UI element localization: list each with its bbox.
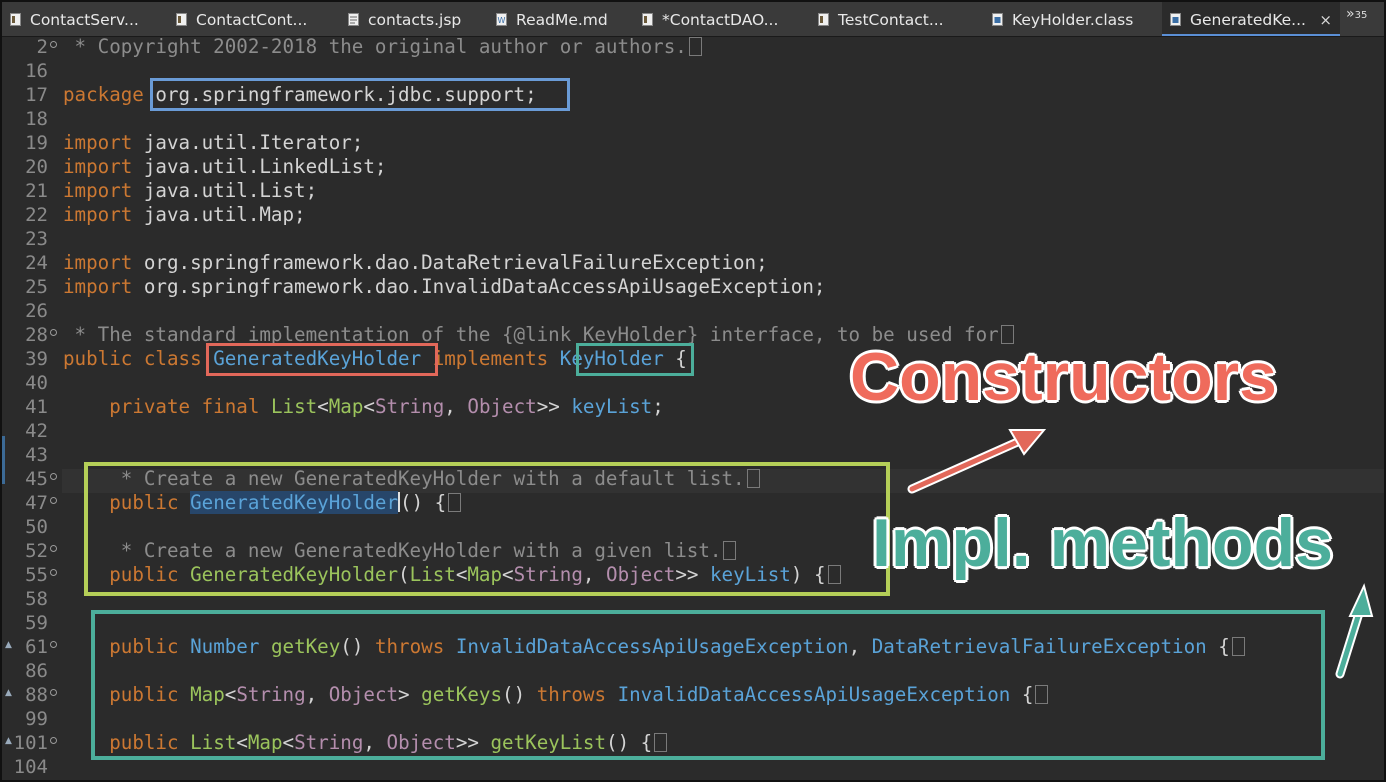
tab-label: ReadMe.md: [516, 11, 608, 29]
line-number: 43: [25, 444, 48, 466]
line-number: 19: [25, 132, 48, 154]
line-number: 86: [25, 660, 48, 682]
tab-contacts-jsp[interactable]: contacts.jsp: [340, 2, 488, 36]
tab-test-contact[interactable]: TestContact...: [810, 2, 984, 36]
line-number: 52: [25, 540, 48, 562]
ide-window: ContactServ... ContactCont... contacts.j…: [0, 0, 1386, 782]
tab-label: contacts.jsp: [368, 11, 462, 29]
close-icon[interactable]: ×: [1319, 2, 1332, 38]
code-line: 23: [2, 226, 1384, 250]
line-number: 50: [25, 516, 48, 538]
line-number: 61: [25, 636, 48, 658]
markdown-file-icon: W: [496, 13, 507, 26]
line-number: 18: [25, 108, 48, 130]
line-number: 28: [25, 324, 48, 346]
tab-label: GeneratedKe...: [1190, 11, 1306, 29]
class-name-highlight-box: [206, 343, 438, 376]
java-file-icon: [642, 13, 653, 26]
code-line: 22 import java.util.Map;: [25, 203, 306, 226]
code-text: * Copyright 2002-2018 the original autho…: [63, 35, 687, 58]
constructors-highlight-box: [84, 462, 890, 596]
line-number: 26: [25, 300, 48, 322]
tab-label: TestContact...: [838, 11, 944, 29]
line-number: 58: [25, 588, 48, 610]
editor-tab-bar: ContactServ... ContactCont... contacts.j…: [2, 2, 1384, 37]
tab-label: ContactCont...: [196, 11, 308, 29]
code-line: 20 import java.util.LinkedList;: [25, 155, 387, 178]
line-number: 41: [25, 396, 48, 418]
line-number: 104: [13, 756, 48, 778]
interface-highlight-box: [576, 343, 694, 376]
line-number: 24: [25, 252, 48, 274]
line-number: 20: [25, 156, 48, 178]
line-number: 45: [25, 468, 48, 490]
svg-text:W: W: [498, 16, 506, 25]
fold-icon[interactable]: [50, 641, 57, 648]
line-number: 23: [25, 228, 48, 250]
line-number: 88: [25, 684, 48, 706]
package-highlight-box: [150, 78, 570, 111]
line-number: 47: [25, 492, 48, 514]
fold-icon[interactable]: [50, 473, 57, 480]
override-marker-icon: ▲: [5, 736, 12, 746]
tab-contact-controller[interactable]: ContactCont...: [168, 2, 340, 36]
line-number: 22: [25, 204, 48, 226]
class-file-icon: [1170, 13, 1181, 26]
line-number: 101: [13, 732, 48, 754]
line-number: 21: [25, 180, 48, 202]
line-number: 39: [25, 348, 48, 370]
line-number: 42: [25, 420, 48, 442]
line-number: 40: [25, 372, 48, 394]
line-number: 17: [25, 84, 48, 106]
fold-icon[interactable]: [50, 329, 57, 336]
code-line: 2 * Copyright 2002-2018 the original aut…: [2, 34, 1384, 58]
chevron-double-right-icon: »: [1346, 6, 1355, 22]
jsp-file-icon: [348, 13, 359, 26]
code-line: 42: [2, 418, 1384, 442]
tab-label: KeyHolder.class: [1012, 11, 1134, 29]
tab-readme[interactable]: W ReadMe.md: [488, 2, 634, 36]
code-line: 21 import java.util.List;: [25, 179, 318, 202]
line-number: 59: [25, 612, 48, 634]
line-number: 25: [25, 276, 48, 298]
line-number: 55: [25, 564, 48, 586]
fold-icon[interactable]: [50, 689, 57, 696]
line-number: 16: [25, 60, 48, 82]
java-file-icon: [818, 13, 829, 26]
override-marker-icon: ▲: [5, 640, 12, 650]
java-file-icon: [176, 13, 187, 26]
code-line: 26: [2, 298, 1384, 322]
tab-label: ContactServ...: [30, 11, 139, 29]
line-number: 99: [25, 708, 48, 730]
code-line: 25 import org.springframework.dao.Invali…: [25, 275, 826, 298]
override-marker-icon: ▲: [5, 688, 12, 698]
overflow-count: 35: [1354, 10, 1368, 21]
line-number: 2: [36, 36, 48, 58]
fold-icon[interactable]: [50, 737, 57, 744]
tab-label: *ContactDAO...: [662, 11, 779, 29]
code-line: 19 import java.util.Iterator;: [25, 131, 364, 154]
impl-methods-annotation: Impl. methods: [872, 505, 1333, 581]
java-file-icon: [10, 13, 21, 26]
collapsed-block-icon[interactable]: [688, 37, 702, 56]
fold-icon[interactable]: [50, 545, 57, 552]
tab-contact-dao[interactable]: *ContactDAO...: [634, 2, 810, 36]
fold-icon[interactable]: [50, 569, 57, 576]
tab-overflow-button[interactable]: »35: [1346, 6, 1367, 22]
class-file-icon: [992, 13, 1003, 26]
fold-icon[interactable]: [50, 41, 57, 48]
tab-generated-keyholder[interactable]: GeneratedKe... ×: [1162, 2, 1340, 36]
methods-highlight-box: [91, 610, 1325, 760]
code-line: 24 import org.springframework.dao.DataRe…: [25, 251, 768, 274]
tab-keyholder-class[interactable]: KeyHolder.class: [984, 2, 1162, 36]
tab-contact-service[interactable]: ContactServ...: [2, 2, 168, 36]
fold-icon[interactable]: [50, 497, 57, 504]
constructors-annotation: Constructors: [850, 339, 1277, 415]
